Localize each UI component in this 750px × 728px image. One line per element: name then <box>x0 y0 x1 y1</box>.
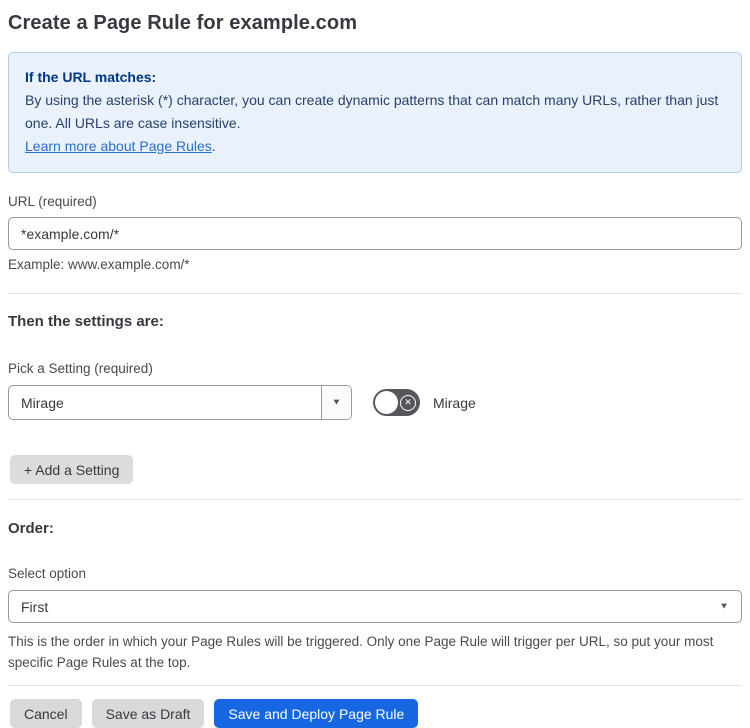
info-box-body: By using the asterisk (*) character, you… <box>25 92 719 131</box>
order-select-label: Select option <box>8 566 87 581</box>
setting-select-caret-button[interactable]: ▼ <box>321 386 351 419</box>
learn-more-link[interactable]: Learn more about Page Rules <box>25 138 212 154</box>
settings-section-heading: Then the settings are: <box>8 313 164 330</box>
url-field-label: URL (required) <box>8 194 97 209</box>
link-suffix: . <box>211 138 216 154</box>
order-select-value: First <box>21 598 49 615</box>
page-rule-form: Create a Page Rule for example.com If th… <box>0 0 750 728</box>
section-divider <box>8 499 742 500</box>
save-and-deploy-button[interactable]: Save and Deploy Page Rule <box>214 699 419 728</box>
info-box-link-line: Learn more about Page Rules. <box>25 135 725 158</box>
toggle-label: Mirage <box>433 394 476 411</box>
chevron-down-icon: ▼ <box>331 397 342 407</box>
cancel-button[interactable]: Cancel <box>10 699 82 728</box>
save-as-draft-button[interactable]: Save as Draft <box>91 699 205 728</box>
url-helper-text: Example: www.example.com/* <box>8 257 190 272</box>
url-match-info-box: If the URL matches: By using the asteris… <box>8 52 742 173</box>
setting-row: Mirage ▼ ✕ Mirage <box>8 385 742 420</box>
setting-select[interactable]: Mirage ▼ <box>8 385 352 420</box>
mirage-toggle[interactable]: ✕ <box>373 389 420 416</box>
section-divider <box>8 293 742 294</box>
toggle-knob <box>375 391 398 414</box>
url-input[interactable] <box>8 217 742 250</box>
order-helper-text: This is the order in which your Page Rul… <box>8 634 714 670</box>
add-setting-button[interactable]: + Add a Setting <box>10 455 134 484</box>
footer-divider <box>8 685 742 686</box>
footer-button-bar: Cancel Save as Draft Save and Deploy Pag… <box>10 699 742 728</box>
order-select[interactable]: First ▼ <box>8 590 742 623</box>
page-title: Create a Page Rule for example.com <box>8 12 358 34</box>
toggle-off-x-icon: ✕ <box>400 394 416 411</box>
setting-picker-label: Pick a Setting (required) <box>8 361 153 376</box>
info-box-heading: If the URL matches: <box>25 69 157 85</box>
chevron-down-icon: ▼ <box>719 601 729 611</box>
setting-select-value: Mirage <box>21 394 64 411</box>
order-section-heading: Order: <box>8 520 54 537</box>
